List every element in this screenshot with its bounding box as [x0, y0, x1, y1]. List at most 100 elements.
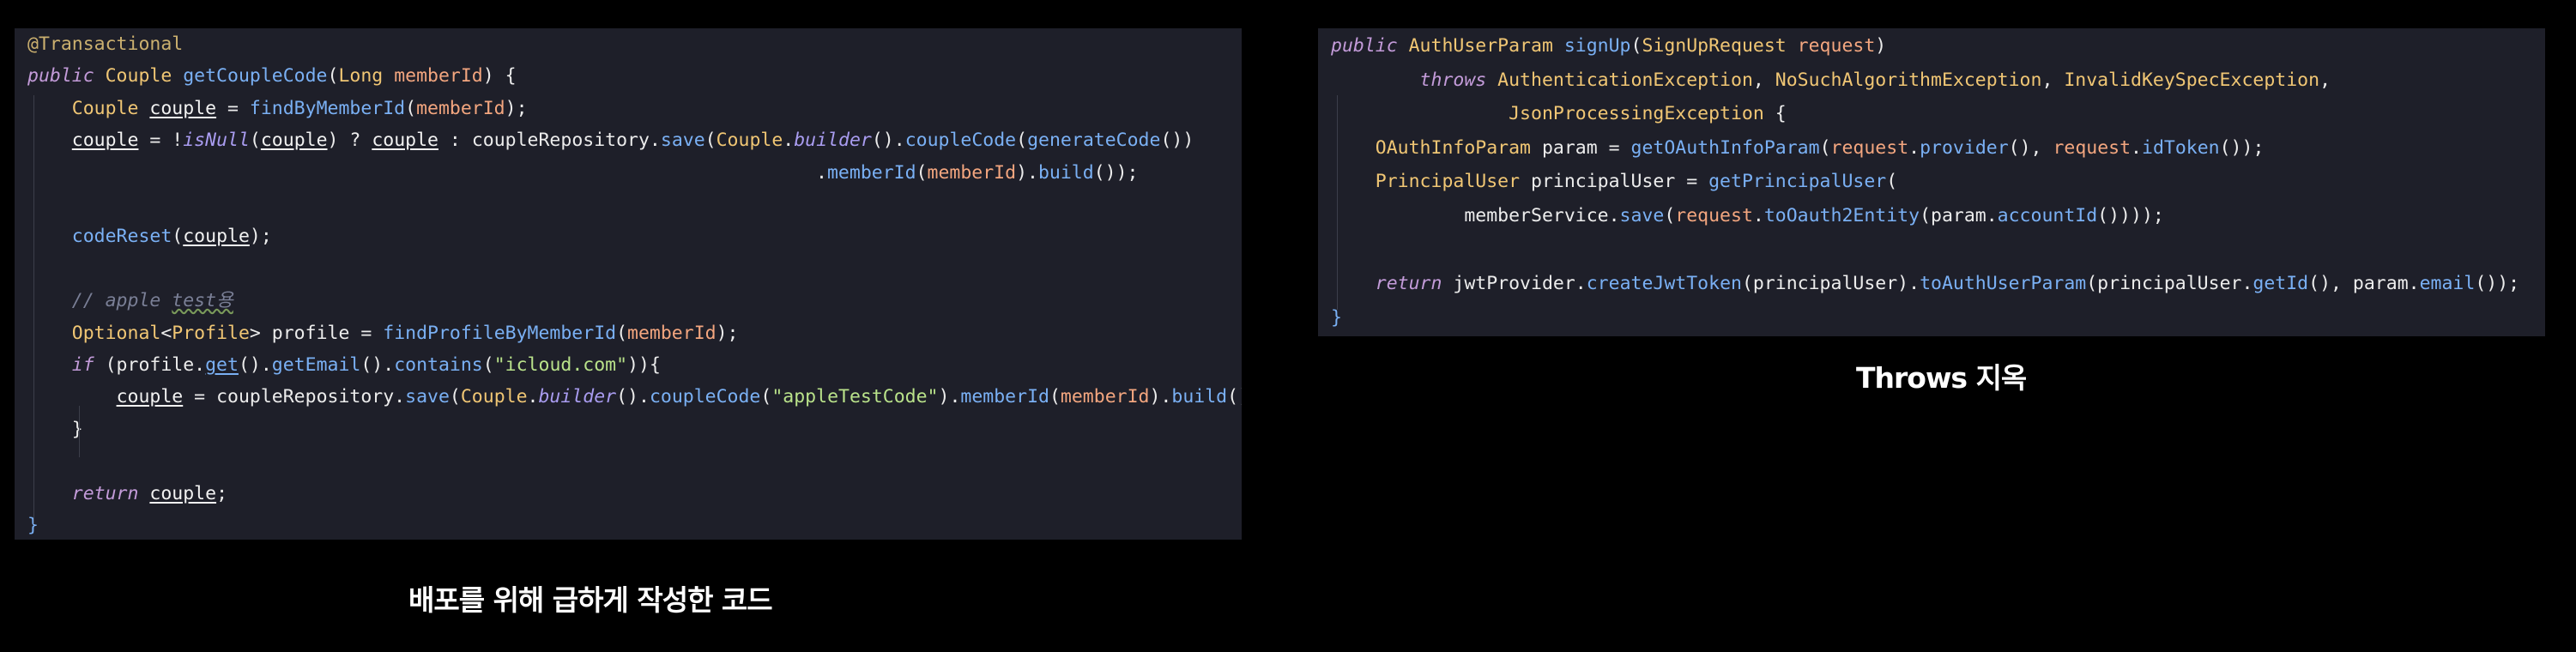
code-token: } — [27, 418, 83, 440]
code-token: getOAuthInfoParam — [1630, 136, 1820, 159]
indent-guide — [33, 95, 34, 524]
code-token: . — [2131, 136, 2142, 159]
code-token: if — [27, 354, 106, 376]
code-token: couple — [183, 226, 250, 248]
code-token: memberId — [960, 386, 1049, 408]
code-token: request — [1830, 136, 1909, 159]
code-token: memberId — [1060, 386, 1150, 408]
code-token: signUp — [1563, 35, 1631, 57]
code-token: // apple — [27, 290, 172, 312]
code-token: memberId — [416, 97, 505, 119]
code-token: getPrincipalUser — [1708, 171, 1887, 193]
code-line: Optional<Profile> profile = findProfileB… — [27, 317, 739, 349]
code-token: ()); — [2475, 273, 2520, 295]
code-token: couple — [372, 130, 438, 152]
code-token: PrincipalUser — [1375, 171, 1531, 193]
code-token: ( — [1630, 35, 1642, 57]
code-line: couple = !isNull(couple) ? couple : coup… — [27, 124, 1194, 156]
code-token: . — [27, 161, 827, 184]
code-token: findProfileByMemberId — [383, 322, 617, 344]
code-token: (principalUser. — [2086, 273, 2253, 295]
code-token: toOauth2Entity — [1763, 205, 1920, 226]
code-token: getEmail — [271, 354, 361, 376]
code-token: @Transactional — [27, 33, 184, 55]
code-token: . — [783, 130, 795, 152]
code-token: ( — [1664, 205, 1676, 226]
code-token: ); — [716, 322, 739, 344]
code-panel-left: @Transactional public Couple getCoupleCod… — [15, 28, 1242, 540]
code-token: (). — [238, 354, 272, 376]
code-token: (). — [616, 386, 650, 408]
code-line: Couple couple = findByMemberId(memberId)… — [27, 93, 528, 124]
code-token: ) ? — [327, 130, 372, 152]
code-token: . — [527, 386, 539, 408]
code-token: ()); — [1093, 161, 1139, 184]
code-token: return — [27, 482, 150, 504]
code-token: request — [2053, 136, 2132, 159]
code-token: = coupleRepository. — [183, 386, 406, 408]
code-token: ( — [1049, 386, 1061, 408]
code-token: provider — [1920, 136, 2009, 159]
code-token: memberService. — [1331, 205, 1620, 226]
code-token: memberId — [394, 65, 483, 88]
code-token: ( — [704, 130, 717, 152]
code-token: ; — [216, 482, 228, 504]
code-block-couple: @Transactional public Couple getCoupleCod… — [15, 28, 1242, 540]
code-token: ) { — [482, 65, 517, 88]
code-token: Long — [338, 65, 395, 88]
code-token: createJwtToken — [1586, 273, 1742, 295]
code-token: build — [1037, 161, 1094, 184]
code-token: ). — [1149, 386, 1172, 408]
code-line: codeReset(couple); — [27, 220, 272, 252]
code-token: ( — [249, 130, 261, 152]
code-line: // apple test용 — [27, 285, 233, 317]
code-token: ( — [449, 386, 461, 408]
code-token: toAuthUserParam — [1920, 273, 2087, 295]
code-token: Couple — [27, 97, 150, 119]
code-token: save — [405, 386, 450, 408]
code-token: ()) — [1160, 130, 1194, 152]
code-token: coupleCode — [904, 130, 1017, 152]
code-token: couple — [149, 97, 217, 119]
code-token: getId — [2252, 273, 2309, 295]
code-line: return couple; — [27, 478, 227, 510]
code-token: SignUpRequest — [1642, 35, 1798, 57]
code-line: @Transactional — [27, 28, 183, 60]
code-token: getCoupleCode — [183, 65, 328, 88]
code-token: (profile. — [105, 354, 206, 376]
code-token: "icloud.com" — [493, 354, 628, 376]
code-token: Optional — [27, 322, 161, 344]
code-token: ()); — [2219, 136, 2265, 159]
code-token: ) — [1875, 35, 1887, 57]
code-token: (principalUser). — [1741, 273, 1920, 295]
indent-guide — [79, 406, 80, 457]
code-token: (), param. — [2308, 273, 2420, 295]
code-token: (). — [871, 130, 905, 152]
code-token: param = — [1541, 136, 1631, 159]
code-token: (). — [360, 354, 395, 376]
code-line: JsonProcessingException { — [1331, 97, 1787, 131]
code-token: ( — [916, 161, 928, 184]
caption-right: Throws 지옥 — [1856, 361, 2027, 395]
code-line: memberService.save(request.toOauth2Entit… — [1331, 199, 2164, 233]
code-panel-right: public AuthUserParam signUp(SignUpReques… — [1318, 28, 2545, 336]
code-token: builder — [538, 386, 617, 408]
code-token: , — [2319, 69, 2331, 91]
code-token: , — [2041, 69, 2065, 91]
code-token: couple — [149, 482, 217, 504]
code-token: couple — [116, 386, 184, 408]
code-token: "appleTestCode" — [771, 386, 939, 408]
indent-guide — [1337, 95, 1338, 310]
code-token: } — [1331, 306, 1342, 329]
code-token: ( — [1016, 130, 1028, 152]
code-token: : coupleRepository. — [438, 130, 661, 152]
code-token: ()); — [1227, 386, 1242, 408]
code-token: couple — [71, 130, 139, 152]
code-token: couple — [260, 130, 328, 152]
code-token: = ! — [138, 130, 184, 152]
code-token: ( — [405, 97, 417, 119]
code-line: throws AuthenticationException, NoSuchAl… — [1331, 63, 2331, 98]
code-line: public AuthUserParam signUp(SignUpReques… — [1331, 29, 1886, 63]
code-token: ( — [482, 354, 494, 376]
code-token: request — [1797, 35, 1876, 57]
